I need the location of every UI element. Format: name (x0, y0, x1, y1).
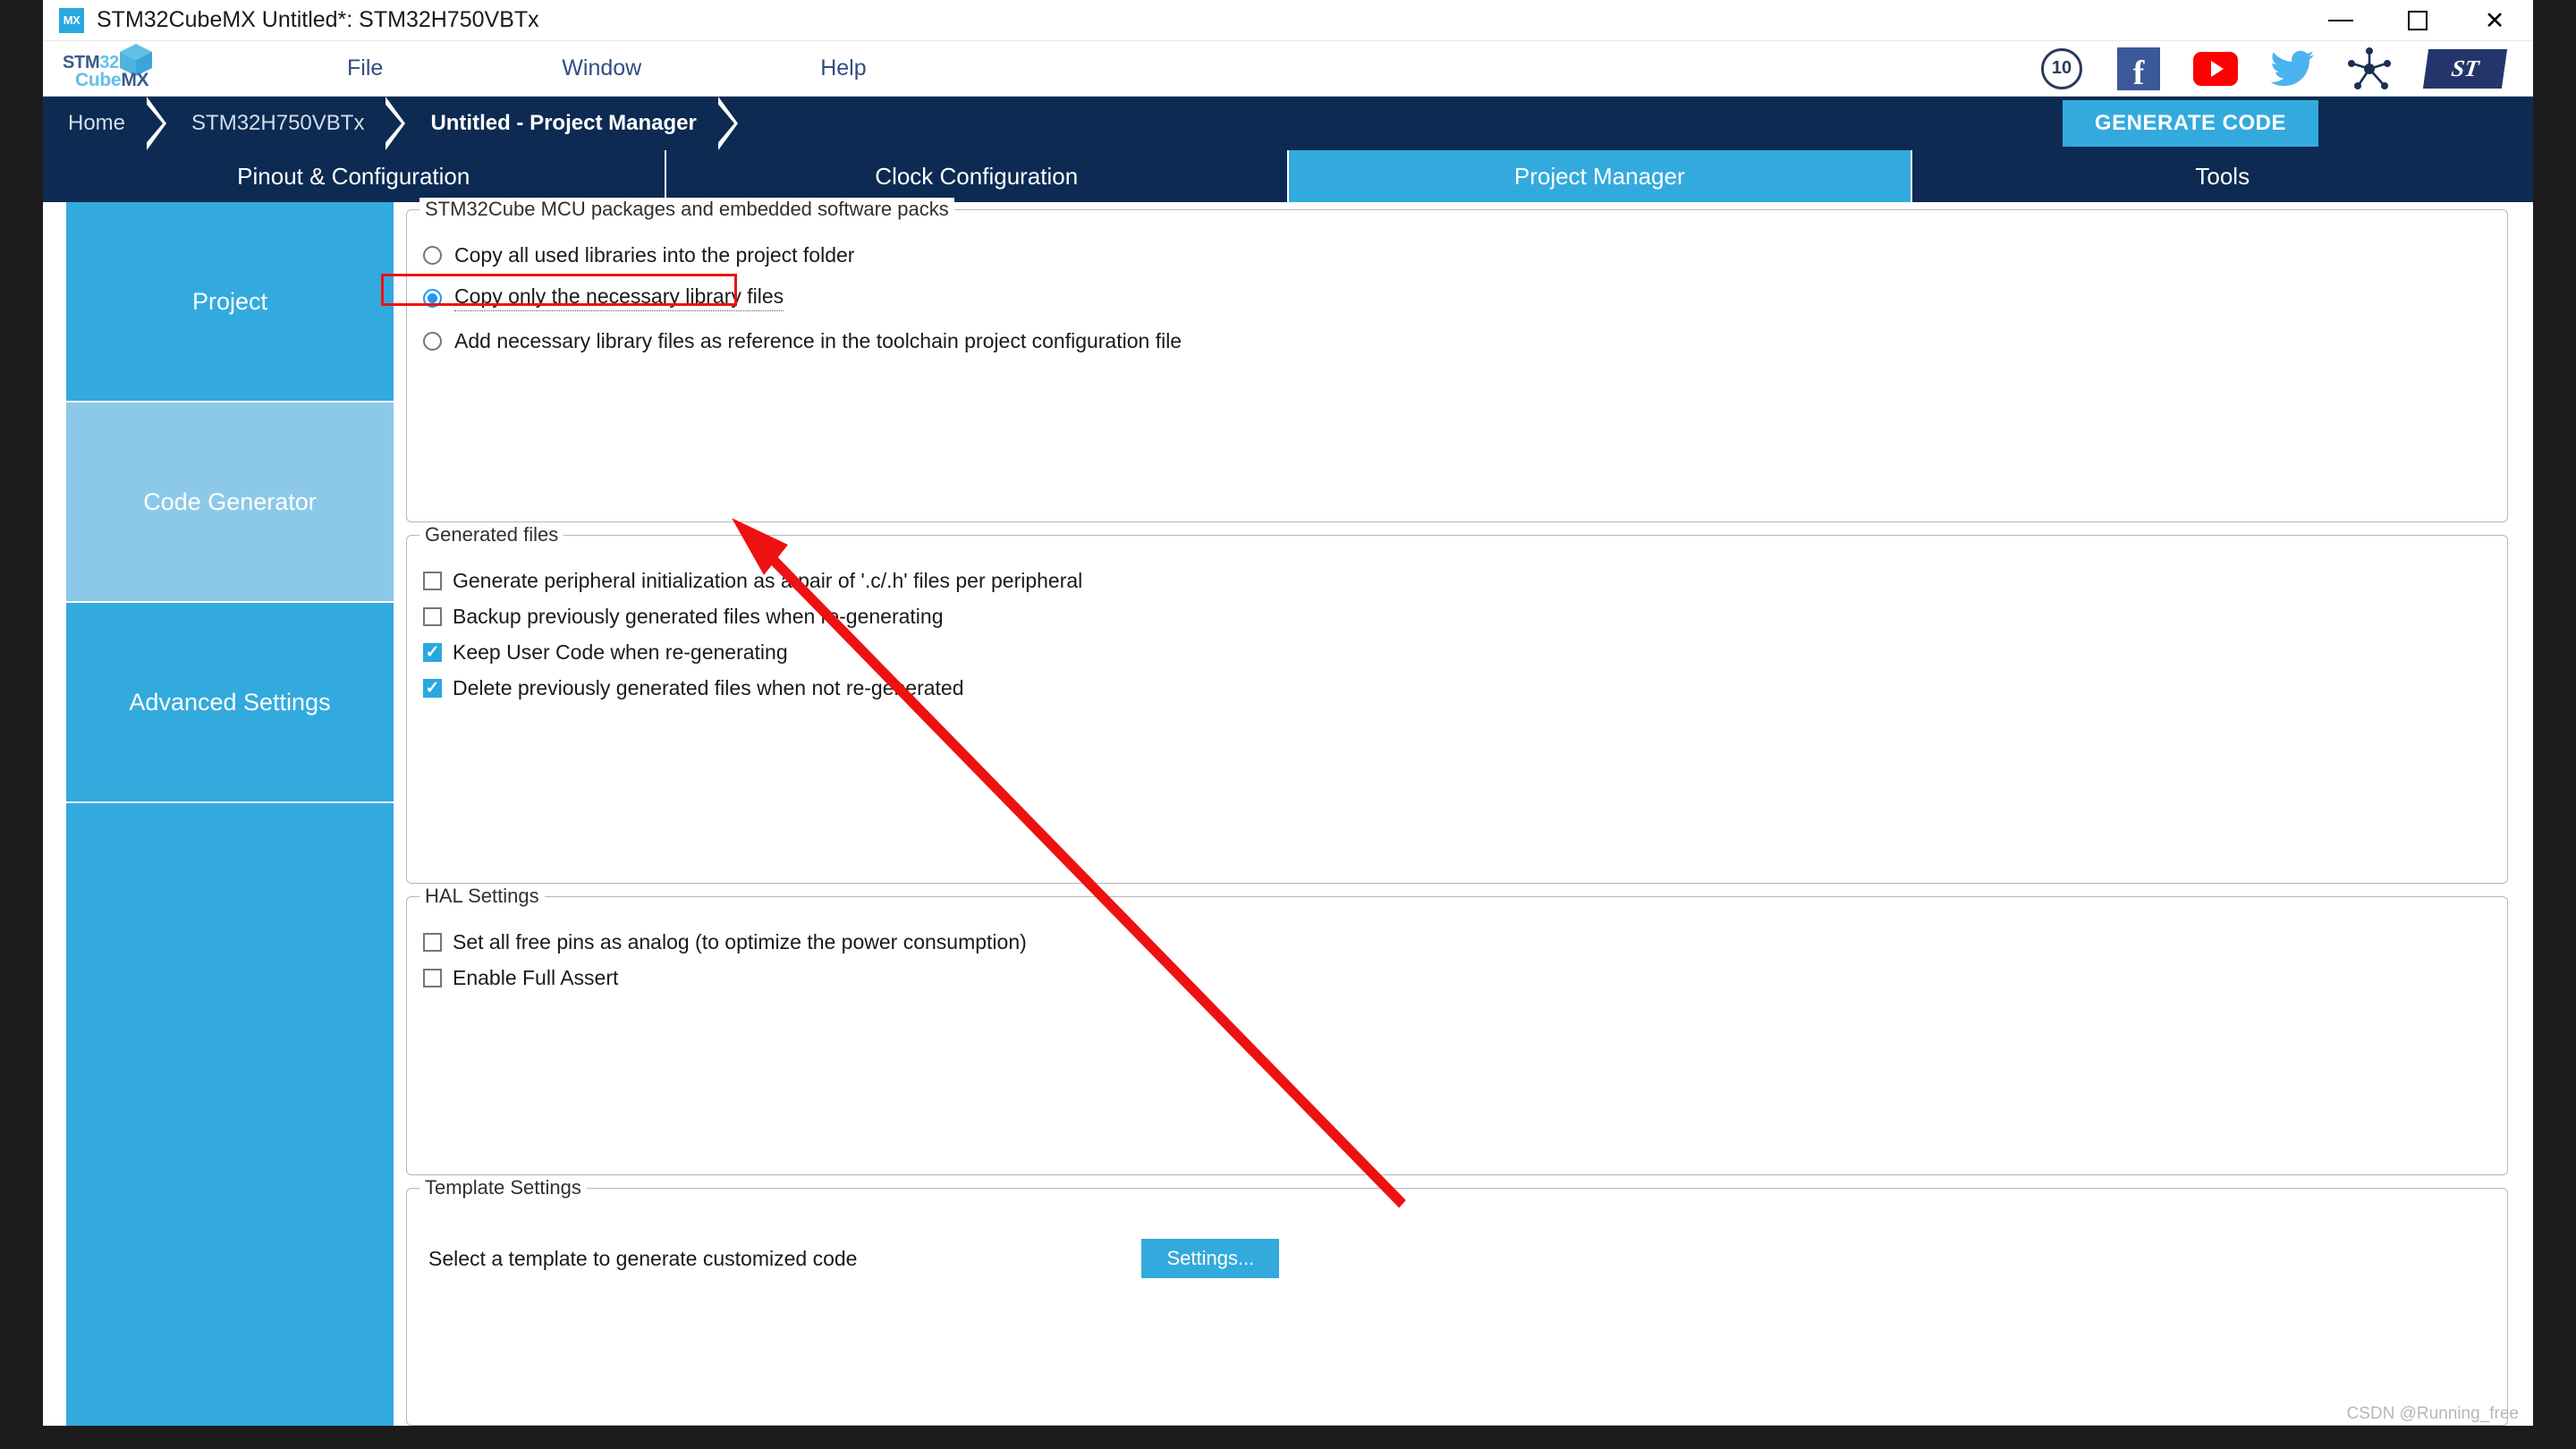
option-label: Keep User Code when re-generating (453, 640, 788, 664)
checkbox-icon (423, 606, 442, 626)
social-links: 10 f ST (2039, 47, 2508, 91)
sidebar-filler (66, 803, 394, 1426)
group-title: Generated files (419, 523, 564, 547)
menu-window[interactable]: Window (562, 50, 641, 87)
checkbox-icon-checked (423, 678, 442, 698)
menu-items: File Window Help (347, 50, 1046, 87)
option-label: Delete previously generated files when n… (453, 675, 964, 699)
title-bar: MX STM32CubeMX Untitled*: STM32H750VBTx … (43, 0, 2533, 41)
twitter-icon[interactable] (2270, 47, 2315, 91)
logo-cubemx-text: CubeMX (75, 69, 149, 90)
breadcrumb-label: Untitled - Project Manager (430, 111, 697, 135)
menu-help[interactable]: Help (820, 50, 866, 87)
menu-bar: STM32 CubeMX File Window Help 10 f ST (43, 41, 2533, 97)
checkbox-icon (423, 932, 442, 952)
generate-code-button[interactable]: GENERATE CODE (2062, 100, 2318, 147)
template-settings-button[interactable]: Settings... (1141, 1239, 1280, 1278)
facebook-icon[interactable]: f (2116, 47, 2161, 91)
radio-icon (423, 331, 442, 351)
breadcrumb-item-home[interactable]: Home (43, 97, 167, 150)
close-icon[interactable]: ✕ (2456, 0, 2533, 41)
tab-pinout-configuration[interactable]: Pinout & Configuration (43, 150, 666, 202)
stm32cubemx-logo: STM32 CubeMX (63, 43, 159, 94)
option-label: Set all free pins as analog (to optimize… (453, 929, 1027, 953)
checkbox-icon (423, 968, 442, 987)
sidebar-item-project[interactable]: Project (66, 202, 394, 402)
checkbox-generate-peripheral-init[interactable]: Generate peripheral initialization as a … (419, 563, 2507, 598)
group-title: Template Settings (419, 1176, 587, 1199)
project-manager-sidebar: Project Code Generator Advanced Settings (43, 202, 394, 1426)
checkbox-group-generated-files: Generate peripheral initialization as a … (419, 563, 2507, 706)
breadcrumb-item-project-manager[interactable]: Untitled - Project Manager (405, 97, 738, 150)
maximize-icon[interactable] (2379, 0, 2456, 41)
checkbox-delete-previously-generated[interactable]: Delete previously generated files when n… (419, 670, 2507, 706)
mx-icon: MX (59, 7, 84, 33)
group-template-settings: Template Settings Select a template to g… (406, 1176, 2508, 1426)
radio-icon-selected (423, 288, 442, 308)
breadcrumb-label: Home (68, 111, 126, 135)
group-title: HAL Settings (419, 885, 545, 908)
chevron-right-icon (714, 97, 738, 150)
checkbox-group-hal: Set all free pins as analog (to optimize… (419, 924, 2507, 996)
option-label: Backup previously generated files when r… (453, 604, 944, 628)
radio-add-as-reference[interactable]: Add necessary library files as reference… (419, 323, 2507, 359)
radio-icon (423, 245, 442, 265)
group-generated-files: Generated files Generate peripheral init… (406, 523, 2508, 884)
option-label: Add necessary library files as reference… (454, 328, 1182, 352)
checkbox-icon-checked (423, 642, 442, 662)
option-label: Copy all used libraries into the project… (454, 242, 855, 267)
code-generator-panel: STM32Cube MCU packages and embedded soft… (394, 198, 2533, 1426)
option-label: Copy only the necessary library files (454, 284, 784, 311)
template-description: Select a template to generate customized… (428, 1246, 858, 1270)
checkbox-set-free-pins-analog[interactable]: Set all free pins as analog (to optimize… (419, 924, 2507, 960)
main-tab-bar: Pinout & Configuration Clock Configurati… (43, 150, 2533, 202)
watermark: CSDN @Running_free (2346, 1404, 2520, 1423)
tab-clock-configuration[interactable]: Clock Configuration (665, 150, 1289, 202)
checkbox-icon (423, 571, 442, 590)
minimize-icon[interactable] (2302, 0, 2379, 41)
group-hal-settings: HAL Settings Set all free pins as analog… (406, 885, 2508, 1175)
chevron-right-icon (143, 97, 167, 150)
breadcrumb: Home STM32H750VBTx Untitled - Project Ma… (43, 97, 2533, 150)
chevron-right-icon (382, 97, 406, 150)
application-window: MX STM32CubeMX Untitled*: STM32H750VBTx … (43, 0, 2533, 1426)
tab-tools[interactable]: Tools (1911, 150, 2533, 202)
group-mcu-packages: STM32Cube MCU packages and embedded soft… (406, 198, 2508, 522)
radio-group-library-copy: Copy all used libraries into the project… (419, 237, 2507, 359)
radio-copy-only-necessary[interactable]: Copy only the necessary library files (419, 280, 2507, 316)
sidebar-item-code-generator[interactable]: Code Generator (66, 402, 394, 603)
option-label: Generate peripheral initialization as a … (453, 568, 1083, 592)
window-title: STM32CubeMX Untitled*: STM32H750VBTx (97, 7, 539, 32)
breadcrumb-label: STM32H750VBTx (191, 111, 365, 135)
checkbox-backup-previously-generated[interactable]: Backup previously generated files when r… (419, 598, 2507, 634)
breadcrumb-item-mcu[interactable]: STM32H750VBTx (166, 97, 406, 150)
checkbox-keep-user-code[interactable]: Keep User Code when re-generating (419, 634, 2507, 670)
template-settings-row: Select a template to generate customized… (428, 1239, 2507, 1278)
main-body: Project Code Generator Advanced Settings… (43, 198, 2533, 1426)
menu-file[interactable]: File (347, 50, 383, 87)
window-controls: ✕ (2302, 0, 2533, 41)
community-network-icon[interactable] (2347, 47, 2392, 91)
youtube-icon[interactable] (2193, 47, 2238, 91)
st-logo-icon[interactable]: ST (2422, 47, 2508, 91)
option-label: Enable Full Assert (453, 965, 619, 989)
checkbox-enable-full-assert[interactable]: Enable Full Assert (419, 960, 2507, 996)
group-title: STM32Cube MCU packages and embedded soft… (419, 198, 954, 221)
sidebar-item-advanced-settings[interactable]: Advanced Settings (66, 603, 394, 803)
radio-copy-all-libraries[interactable]: Copy all used libraries into the project… (419, 237, 2507, 273)
ten-years-badge-icon[interactable]: 10 (2039, 47, 2084, 91)
tab-project-manager[interactable]: Project Manager (1289, 150, 1912, 202)
